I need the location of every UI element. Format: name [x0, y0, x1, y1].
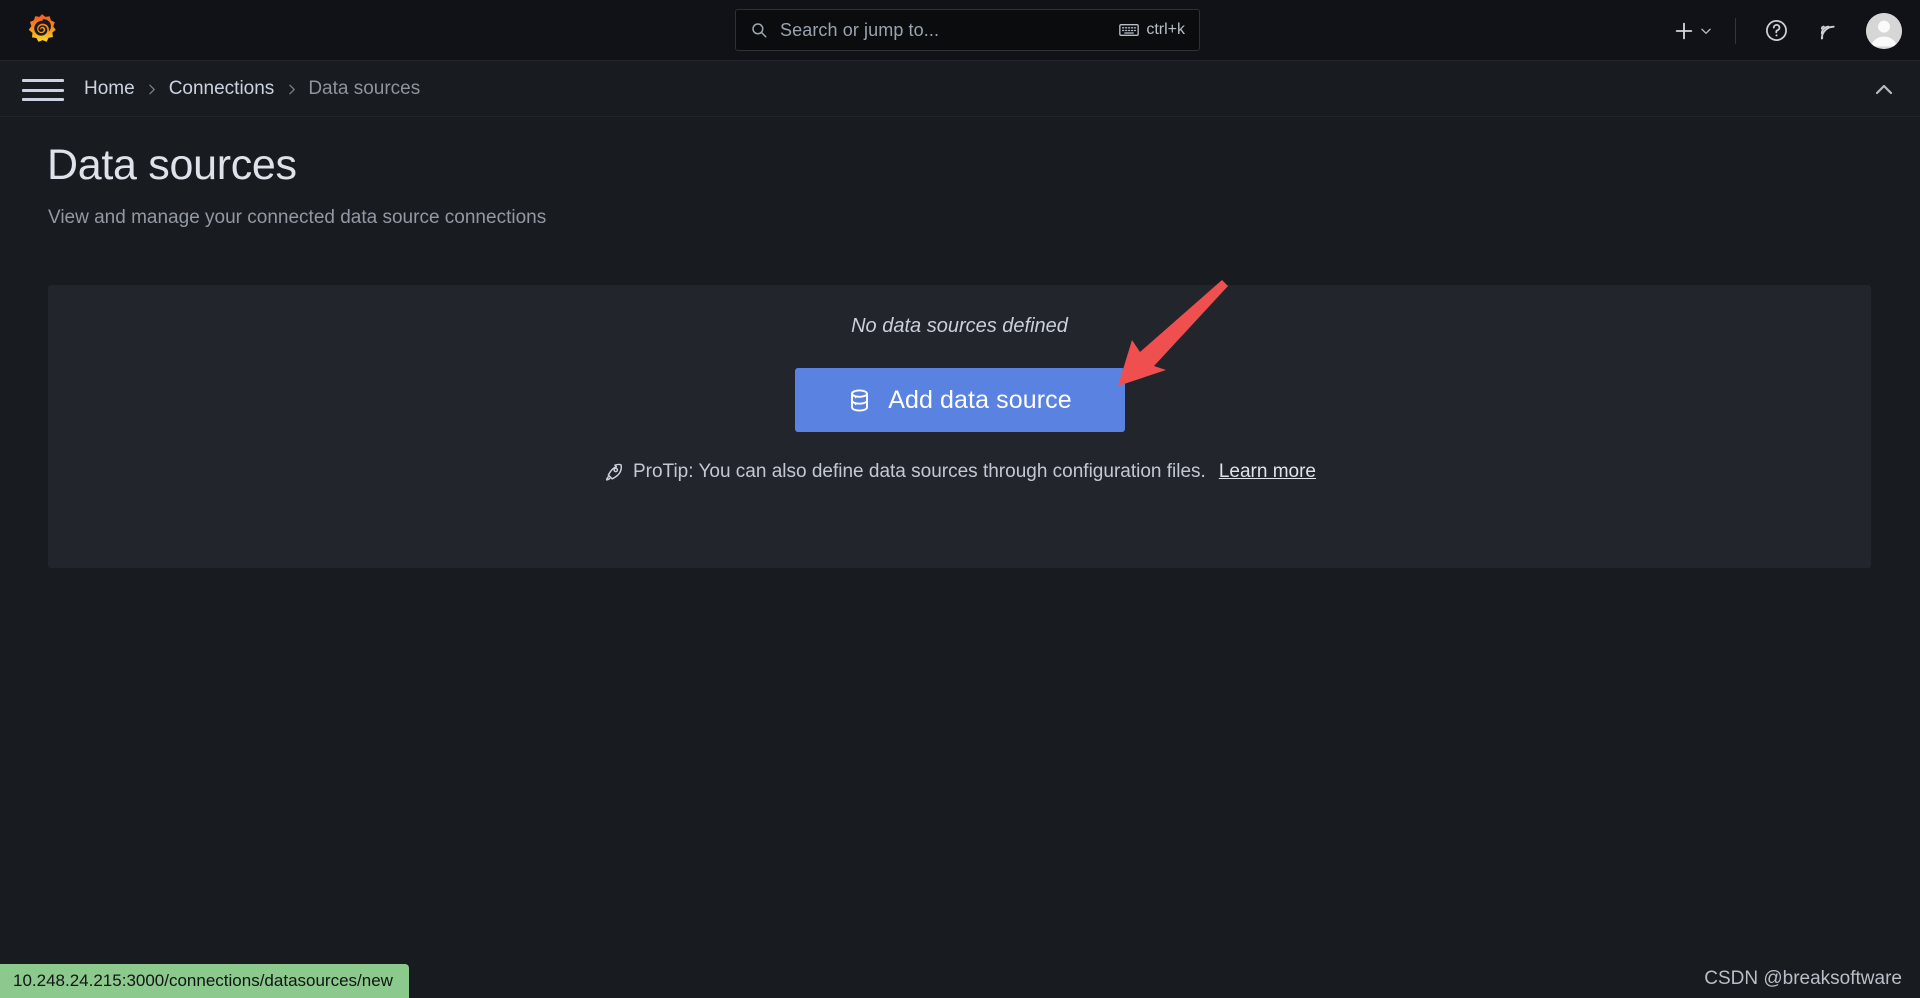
protip-row: ProTip: You can also define data sources…: [603, 461, 1316, 483]
empty-state-content: No data sources defined Add data source: [48, 285, 1871, 568]
breadcrumb-separator-icon: [274, 83, 308, 96]
database-icon: [851, 388, 869, 412]
grafana-logo-glyph: [28, 14, 56, 42]
add-data-source-label: Add data source: [888, 385, 1072, 414]
topbar-divider: [1735, 17, 1736, 44]
watermark-text: CSDN @breaksoftware: [1704, 968, 1902, 989]
search-shortcut-hint: ctrl+k: [1119, 21, 1185, 39]
hamburger-bar: [22, 88, 64, 92]
learn-more-link[interactable]: Learn more: [1219, 461, 1316, 483]
rocket-icon: [605, 463, 622, 481]
breadcrumb-item-home[interactable]: Home: [84, 78, 135, 100]
search-input[interactable]: Search or jump to... ctrl+k: [735, 9, 1200, 51]
empty-state-message: No data sources defined: [851, 315, 1068, 337]
chevron-down-icon: [1701, 28, 1711, 34]
breadcrumb-item-data-sources: Data sources: [308, 78, 421, 99]
breadcrumb-item-connections[interactable]: Connections: [169, 78, 275, 100]
plus-icon: [1675, 22, 1693, 39]
add-data-source-button[interactable]: Add data source: [794, 368, 1125, 432]
page-title: Data sources: [47, 141, 297, 189]
search-placeholder-text: Search or jump to...: [780, 19, 940, 40]
empty-state-card: No data sources defined Add data source: [48, 285, 1871, 568]
new-item-button[interactable]: [1665, 13, 1721, 49]
topbar-actions: [1665, 0, 1902, 61]
status-bar-url: 10.248.24.215:3000/connections/datasourc…: [0, 964, 409, 998]
user-avatar[interactable]: [1866, 12, 1902, 49]
rss-feed-icon[interactable]: [1817, 19, 1840, 42]
breadcrumb: Home Connections Data sources: [84, 61, 420, 117]
grafana-app-window: Search or jump to... ctrl+k Home Connect…: [0, 0, 1920, 998]
search-shortcut-label: ctrl+k: [1146, 21, 1185, 38]
menu-toggle-button[interactable]: [22, 77, 64, 103]
search-icon: [752, 23, 767, 38]
chevron-up-icon[interactable]: [1872, 78, 1896, 102]
hamburger-bar: [22, 79, 64, 82]
user-avatar-icon: [1866, 12, 1902, 49]
page-subtitle: View and manage your connected data sour…: [48, 207, 547, 228]
breadcrumb-separator-icon: [135, 83, 169, 96]
protip-text: ProTip: You can also define data sources…: [632, 461, 1206, 482]
breadcrumb-bar: Home Connections Data sources: [0, 61, 1920, 117]
help-icon[interactable]: [1764, 18, 1789, 43]
hamburger-bar: [22, 98, 64, 101]
top-navigation-bar: Search or jump to... ctrl+k: [0, 0, 1920, 61]
grafana-logo-icon[interactable]: [20, 8, 64, 52]
keyboard-icon: [1119, 24, 1140, 37]
